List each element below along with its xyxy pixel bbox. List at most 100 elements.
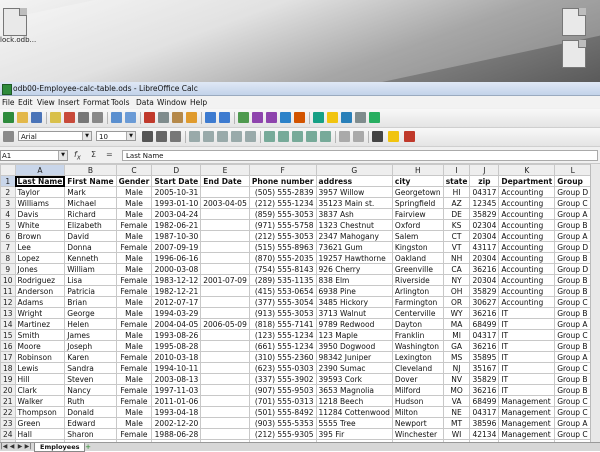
column-header-j[interactable]: J	[470, 165, 499, 176]
cell[interactable]: Group C	[555, 363, 591, 374]
cell[interactable]: 1994-10-11	[152, 363, 201, 374]
cell[interactable]: (505) 555-2839	[249, 187, 316, 198]
cell[interactable]: Walker	[15, 396, 65, 407]
row-header[interactable]: 5	[1, 220, 16, 231]
cell[interactable]: Gender	[116, 176, 152, 187]
cell[interactable]: Jones	[15, 264, 65, 275]
cell[interactable]: (212) 555-1234	[249, 198, 316, 209]
cell[interactable]: 04317	[470, 187, 499, 198]
menu-view[interactable]: View	[37, 98, 55, 107]
cell[interactable]: IT	[499, 385, 555, 396]
cell[interactable]: Sharon	[65, 429, 116, 440]
cell[interactable]: 2000-03-08	[152, 264, 201, 275]
row-header[interactable]: 6	[1, 231, 16, 242]
cell[interactable]: 2004-04-05	[152, 319, 201, 330]
row-header[interactable]: 11	[1, 286, 16, 297]
cell[interactable]	[201, 352, 250, 363]
cell[interactable]: 3957 Willow	[316, 187, 392, 198]
cell[interactable]: Edward	[65, 418, 116, 429]
font-name-combo[interactable]: Arial ▼	[18, 131, 92, 141]
cell[interactable]: 20304	[470, 253, 499, 264]
sum-icon[interactable]: Σ	[91, 150, 96, 159]
cell[interactable]: 2005-10-31	[152, 187, 201, 198]
cell[interactable]: Adams	[15, 297, 65, 308]
cell[interactable]: End Date	[201, 176, 250, 187]
cell[interactable]: Greenville	[392, 264, 443, 275]
cell[interactable]: (907) 555-9503	[249, 385, 316, 396]
cell[interactable]: Start Date	[152, 176, 201, 187]
cell[interactable]: Hudson	[392, 396, 443, 407]
decrease-indent-icon[interactable]	[339, 131, 350, 142]
column-header-l[interactable]: L	[555, 165, 591, 176]
cell[interactable]: Donald	[65, 407, 116, 418]
cell[interactable]: 36216	[470, 341, 499, 352]
cell[interactable]: 20304	[470, 275, 499, 286]
cell[interactable]: 35167	[470, 363, 499, 374]
cell[interactable]: 838 Elm	[316, 275, 392, 286]
cell[interactable]: Male	[116, 308, 152, 319]
cell[interactable]: Male	[116, 231, 152, 242]
cell[interactable]: Female	[116, 242, 152, 253]
percent-icon[interactable]	[278, 131, 289, 142]
cell[interactable]: Oxford	[392, 220, 443, 231]
cell[interactable]: Accounting	[499, 220, 555, 231]
cell[interactable]: Male	[116, 341, 152, 352]
cell[interactable]: 6938 Pine	[316, 286, 392, 297]
cell[interactable]: 2011-01-06	[152, 396, 201, 407]
cell[interactable]: Richard	[65, 209, 116, 220]
cell[interactable]: 395 Fir	[316, 429, 392, 440]
cell[interactable]: 11284 Cottenwood	[316, 407, 392, 418]
file-icon[interactable]	[3, 8, 27, 36]
cell[interactable]: Female	[116, 275, 152, 286]
cell[interactable]: Accounting	[499, 297, 555, 308]
cell[interactable]: IT	[499, 363, 555, 374]
cell[interactable]: (623) 555-0303	[249, 363, 316, 374]
background-color-icon[interactable]	[388, 131, 399, 142]
merge-cells-icon[interactable]	[245, 131, 256, 142]
cell[interactable]: Male	[116, 187, 152, 198]
cell[interactable]	[201, 385, 250, 396]
cell[interactable]: Oakland	[392, 253, 443, 264]
cell[interactable]: CA	[443, 264, 470, 275]
gallery-icon[interactable]	[341, 112, 352, 123]
cell[interactable]: 3653 Magnolia	[316, 385, 392, 396]
cell[interactable]: Accounting	[499, 253, 555, 264]
cell[interactable]	[201, 264, 250, 275]
cell[interactable]: WI	[443, 429, 470, 440]
cell[interactable]: Milton	[392, 407, 443, 418]
cell[interactable]: Arlington	[392, 286, 443, 297]
column-header-g[interactable]: G	[316, 165, 392, 176]
cell[interactable]: Male	[116, 264, 152, 275]
cell[interactable]: Hill	[15, 374, 65, 385]
cell[interactable]: White	[15, 220, 65, 231]
cell[interactable]: Accounting	[499, 275, 555, 286]
cell[interactable]: MS	[443, 352, 470, 363]
column-header-d[interactable]: D	[152, 165, 201, 176]
chart-icon[interactable]	[280, 112, 291, 123]
cell[interactable]: Group	[555, 176, 591, 187]
cell[interactable]: Last Name	[15, 176, 65, 187]
cell[interactable]: MT	[443, 418, 470, 429]
cell[interactable]: Male	[116, 297, 152, 308]
cell[interactable]: 43117	[470, 242, 499, 253]
row-header[interactable]: 10	[1, 275, 16, 286]
cell[interactable]: Department	[499, 176, 555, 187]
cell[interactable]	[201, 374, 250, 385]
cell[interactable]: Group B	[555, 220, 591, 231]
cell[interactable]: Male	[116, 330, 152, 341]
cell[interactable]: IT	[499, 308, 555, 319]
cell[interactable]: Milford	[392, 385, 443, 396]
align-left-icon[interactable]	[189, 131, 200, 142]
save-icon[interactable]	[31, 112, 42, 123]
spreadsheet-grid[interactable]: A B C D E F G H I J K L M 1Last NameFirs…	[0, 164, 600, 442]
font-size-combo[interactable]: 10 ▼	[96, 131, 136, 141]
data-sources-icon[interactable]	[355, 112, 366, 123]
cell[interactable]: (661) 555-1234	[249, 341, 316, 352]
cell[interactable]: Helen	[65, 319, 116, 330]
cell[interactable]: Group B	[555, 308, 591, 319]
cell[interactable]: 1323 Chestnut	[316, 220, 392, 231]
cell[interactable]: Phone number	[249, 176, 316, 187]
cell[interactable]: MO	[443, 385, 470, 396]
name-box[interactable]: A1 ▼	[0, 150, 68, 161]
row-header[interactable]: 15	[1, 330, 16, 341]
